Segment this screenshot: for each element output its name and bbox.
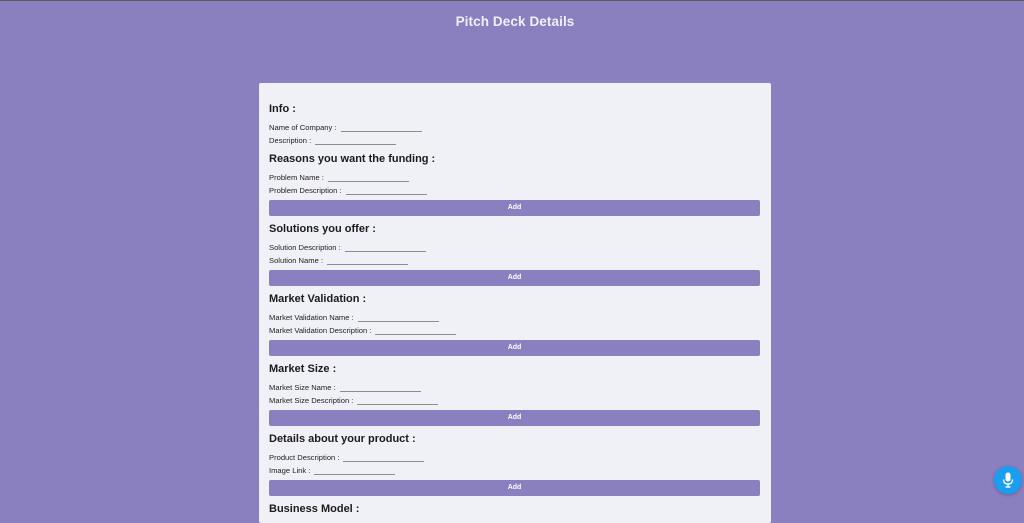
field-label: Market Size Name : [269, 382, 336, 392]
voice-input-button[interactable] [994, 466, 1022, 494]
page-title: Pitch Deck Details [455, 14, 575, 29]
field-label: Market Validation Name : [269, 312, 354, 322]
field-label: Problem Description : [269, 186, 342, 195]
field-label: Product Description : [269, 452, 340, 462]
market-validation-description-input[interactable] [375, 326, 457, 335]
add-product-button[interactable]: Add [269, 480, 760, 496]
field-label: Market Validation Description : [269, 326, 372, 335]
section-heading: Solutions you offer : [269, 223, 376, 235]
field-problem-name: Problem Name : [269, 170, 761, 184]
problem-name-input[interactable] [327, 172, 409, 182]
field-label: Description : [269, 136, 312, 145]
field-market-validation-description: Market Validation Description : [269, 324, 761, 338]
section-heading: Market Validation : [269, 293, 367, 305]
company-name-input[interactable] [340, 122, 422, 132]
add-market-size-button[interactable]: Add [269, 410, 760, 426]
solution-description-input[interactable] [344, 242, 426, 252]
field-label: Solution Name : [269, 256, 324, 265]
field-solution-description: Solution Description : [269, 240, 761, 254]
field-market-size-name: Market Size Name : [269, 380, 761, 394]
section-heading: Details about your product : [269, 433, 416, 445]
section-solutions: Solutions you offer : Solution Descripti… [269, 222, 761, 286]
section-heading: Reasons you want the funding : [269, 153, 436, 165]
section-heading: Market Size : [269, 363, 337, 375]
market-size-description-input[interactable] [357, 396, 439, 405]
image-link-input[interactable] [314, 466, 396, 475]
field-description: Description : [269, 134, 761, 148]
section-reasons-funding: Reasons you want the funding : Problem N… [269, 152, 761, 216]
field-label: Solution Description : [269, 242, 341, 252]
add-problem-button[interactable]: Add [269, 200, 760, 216]
section-product-details: Details about your product : Product Des… [269, 432, 761, 496]
market-validation-name-input[interactable] [357, 312, 439, 322]
field-image-link: Image Link : [269, 464, 761, 478]
description-input[interactable] [315, 136, 397, 145]
add-solution-button[interactable]: Add [269, 270, 760, 286]
microphone-icon [1002, 472, 1014, 488]
field-solution-name: Solution Name : [269, 254, 761, 268]
field-problem-description: Problem Description : [269, 184, 761, 198]
section-market-validation: Market Validation : Market Validation Na… [269, 292, 761, 356]
field-market-validation-name: Market Validation Name : [269, 310, 761, 324]
field-market-size-description: Market Size Description : [269, 394, 761, 408]
field-label: Image Link : [269, 466, 311, 475]
section-heading: Info : [269, 103, 296, 115]
field-product-description: Product Description : [269, 450, 761, 464]
field-label: Problem Name : [269, 172, 324, 182]
field-label: Name of Company : [269, 122, 337, 132]
field-name-of-company: Name of Company : [269, 120, 761, 134]
section-info: Info : Name of Company : Description : [269, 102, 761, 147]
solution-name-input[interactable] [327, 256, 409, 265]
add-market-validation-button[interactable]: Add [269, 340, 760, 356]
pitch-deck-form: Info : Name of Company : Description : R… [259, 83, 771, 523]
market-size-name-input[interactable] [339, 382, 421, 392]
section-heading: Business Model : [269, 503, 360, 515]
product-description-input[interactable] [343, 452, 425, 462]
problem-description-input[interactable] [345, 186, 427, 195]
section-market-size: Market Size : Market Size Name : Market … [269, 362, 761, 426]
section-business-model: Business Model : [269, 502, 761, 516]
field-label: Market Size Description : [269, 396, 354, 405]
